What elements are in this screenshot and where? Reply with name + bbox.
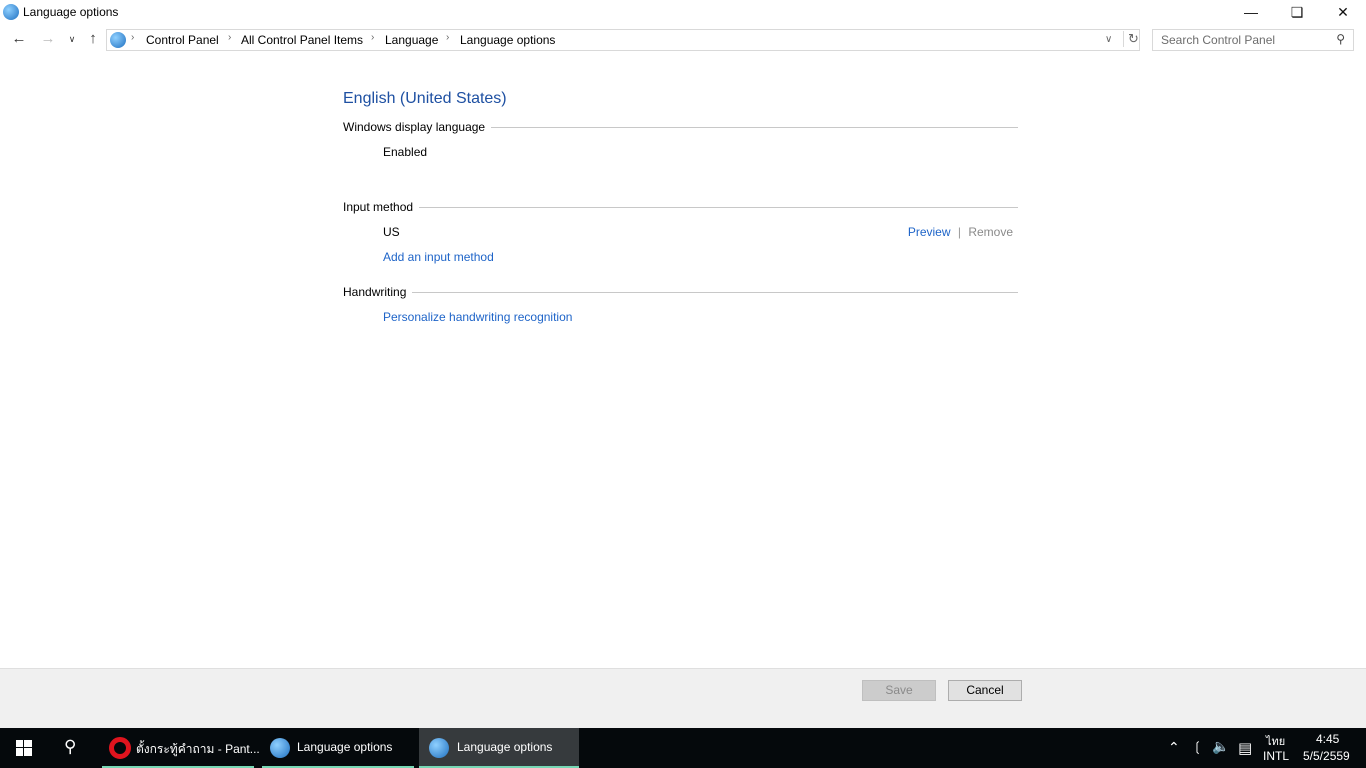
search-icon[interactable]: ⚲	[1336, 32, 1345, 46]
clock-time[interactable]: 4:45	[1316, 732, 1339, 746]
display-language-status: Enabled	[383, 145, 428, 159]
refresh-icon[interactable]: ↻	[1123, 31, 1139, 47]
windows-logo-icon	[16, 740, 32, 756]
search-placeholder: Search Control Panel	[1161, 33, 1276, 47]
recent-locations-dropdown[interactable]: ∨	[63, 34, 81, 45]
cancel-button[interactable]: Cancel	[948, 680, 1022, 701]
task-label: Language options	[297, 740, 393, 754]
add-input-method-link[interactable]: Add an input method	[383, 250, 494, 264]
control-panel-icon	[110, 32, 126, 48]
up-button[interactable]: ↑	[84, 30, 102, 47]
title-bar: Language options — ❏ ✕	[0, 0, 1366, 26]
search-icon: ⚲	[64, 737, 77, 756]
search-input[interactable]: Search Control Panel ⚲	[1152, 29, 1354, 51]
breadcrumb-separator-icon[interactable]: ›	[131, 32, 134, 43]
volume-icon[interactable]: 🔈	[1212, 738, 1229, 755]
show-hidden-icons-chevron-icon[interactable]: ⌃	[1168, 739, 1180, 756]
language-app-icon	[3, 4, 19, 20]
window-title: Language options	[23, 5, 119, 19]
footer-bar: Save Cancel	[0, 668, 1366, 728]
clock-date[interactable]: 5/5/2559	[1303, 749, 1350, 763]
action-center-icon[interactable]: ▤	[1238, 739, 1252, 757]
language-app-icon	[270, 738, 290, 758]
wifi-icon[interactable]: ❲	[1192, 739, 1203, 755]
keyboard-layout-indicator[interactable]: INTL	[1263, 749, 1289, 763]
taskbar-opera[interactable]: ตั้งกระทู้คำถาม - Pant...	[102, 728, 260, 768]
breadcrumb-control-panel[interactable]: Control Panel	[146, 33, 219, 47]
opera-icon	[109, 737, 131, 759]
section-heading: Input method	[343, 200, 420, 214]
breadcrumb-language[interactable]: Language	[385, 33, 438, 47]
address-dropdown-icon[interactable]: ∨	[1105, 34, 1112, 45]
input-method-section: Input method	[343, 200, 1018, 214]
handwriting-section: Handwriting	[343, 285, 1018, 299]
personalize-handwriting-link[interactable]: Personalize handwriting recognition	[383, 310, 572, 324]
task-label: Language options	[457, 740, 553, 754]
restore-button[interactable]: ❏	[1274, 0, 1320, 26]
back-button[interactable]: ←	[10, 30, 28, 47]
address-bar[interactable]: › Control Panel › All Control Panel Item…	[106, 29, 1140, 51]
navigation-bar: ← → ∨ ↑ › Control Panel › All Control Pa…	[0, 28, 1366, 52]
breadcrumb-all-items[interactable]: All Control Panel Items	[241, 33, 363, 47]
input-method-us: US	[383, 225, 400, 239]
preview-link[interactable]: Preview	[908, 225, 951, 239]
taskbar-language-options-1[interactable]: Language options	[262, 728, 414, 768]
save-button[interactable]: Save	[862, 680, 936, 701]
section-heading: Handwriting	[343, 285, 413, 299]
section-heading: Windows display language	[343, 120, 492, 134]
forward-button[interactable]: →	[39, 30, 57, 47]
taskbar-language-options-2[interactable]: Language options	[419, 728, 579, 768]
breadcrumb-separator-icon[interactable]: ›	[371, 32, 374, 43]
remove-link[interactable]: Remove	[968, 225, 1013, 239]
task-label: ตั้งกระทู้คำถาม - Pant...	[136, 742, 260, 756]
display-language-section: Windows display language	[343, 120, 1018, 134]
breadcrumb-separator-icon[interactable]: ›	[446, 32, 449, 43]
breadcrumb-separator-icon[interactable]: ›	[228, 32, 231, 43]
breadcrumb-language-options[interactable]: Language options	[460, 33, 555, 47]
language-app-icon	[429, 738, 449, 758]
start-button[interactable]	[0, 728, 48, 768]
taskbar: ⚲ ตั้งกระทู้คำถาม - Pant... Language opt…	[0, 728, 1366, 768]
minimize-button[interactable]: —	[1228, 0, 1274, 26]
search-button[interactable]: ⚲	[48, 728, 96, 768]
close-button[interactable]: ✕	[1320, 0, 1366, 26]
input-language-indicator[interactable]: ไทย	[1266, 732, 1285, 750]
page-title: English (United States)	[343, 90, 507, 107]
link-divider: |	[957, 225, 961, 239]
